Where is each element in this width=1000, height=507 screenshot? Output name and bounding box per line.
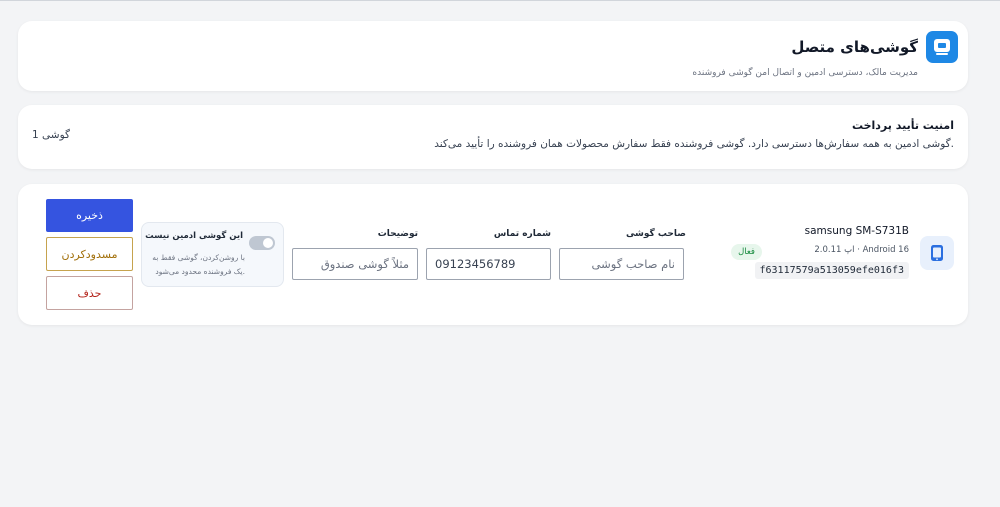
status-badge: فعال — [731, 244, 762, 260]
page-subtitle: مدیریت مالک، دسترسی ادمین و اتصال امن گو… — [692, 68, 918, 78]
phone-icon — [920, 236, 954, 270]
page-title: گوشی‌های متصل — [791, 38, 918, 56]
phone-input[interactable] — [426, 248, 551, 280]
owner-label: صاحب گوشی — [625, 229, 686, 239]
device-count: 1 گوشی — [32, 129, 71, 141]
admin-toggle-title: این گوشی ادمین نیست — [145, 231, 243, 241]
admin-toggle-help: با روشن‌کردن، گوشی فقط به یک فروشنده محد… — [152, 253, 245, 276]
notice-title: امنیت تأیید پرداخت — [851, 119, 954, 132]
device-meta: Android 16 · اپ 2.0.11 — [814, 245, 909, 255]
admin-toggle-switch[interactable] — [249, 236, 275, 250]
page-header: گوشی‌های متصل مدیریت مالک، دسترسی ادمین … — [18, 21, 968, 91]
device-model: samsung SM-S731B — [804, 225, 909, 237]
notes-label: توضیحات — [377, 229, 418, 239]
phone-label: شماره تماس — [493, 229, 551, 239]
notes-input[interactable] — [292, 248, 418, 280]
device-row: samsung SM-S731B Android 16 · اپ 2.0.11 … — [18, 184, 968, 325]
admin-toggle-panel: این گوشی ادمین نیست با روشن‌کردن، گوشی ف… — [141, 222, 284, 287]
toggle-knob — [263, 238, 273, 248]
payment-security-notice: امنیت تأیید پرداخت گوشی ادمین به همه سفا… — [18, 105, 968, 169]
app-logo-icon — [926, 31, 958, 63]
device-id: f63117579a513059efe016f3 — [754, 262, 909, 279]
owner-input[interactable] — [559, 248, 684, 280]
notice-body: گوشی ادمین به همه سفارش‌ها دسترسی دارد. … — [434, 138, 954, 150]
block-button[interactable]: مسدودکردن — [46, 237, 133, 271]
delete-button[interactable]: حذف — [46, 276, 133, 310]
save-button[interactable]: ذخیره — [46, 199, 133, 232]
